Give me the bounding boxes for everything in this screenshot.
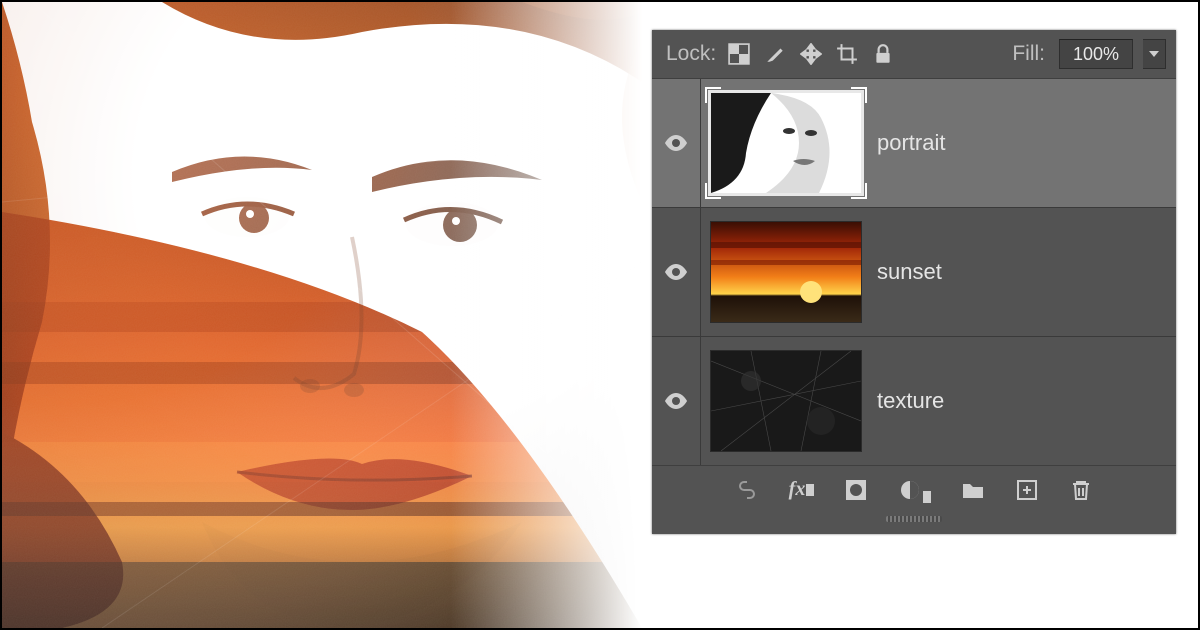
- panel-resize-grip[interactable]: [652, 514, 1176, 524]
- layer-thumbnail[interactable]: [711, 351, 861, 451]
- link-layers-icon[interactable]: [735, 478, 759, 502]
- add-mask-icon[interactable]: [844, 478, 868, 502]
- fill-label: Fill:: [1012, 42, 1045, 66]
- lock-artboard-icon[interactable]: [836, 43, 858, 65]
- layer-name[interactable]: sunset: [877, 259, 942, 285]
- visibility-toggle[interactable]: [652, 79, 701, 207]
- new-layer-icon[interactable]: [1015, 478, 1039, 502]
- layer-thumbnail[interactable]: [711, 222, 861, 322]
- layer-row-sunset[interactable]: sunset: [652, 208, 1176, 337]
- visibility-toggle[interactable]: [652, 208, 701, 336]
- layer-name[interactable]: portrait: [877, 130, 945, 156]
- layer-name[interactable]: texture: [877, 388, 944, 414]
- lock-label: Lock:: [666, 42, 716, 66]
- new-group-icon[interactable]: [961, 478, 985, 502]
- fx-icon[interactable]: fx: [789, 478, 815, 502]
- lock-position-icon[interactable]: [800, 43, 822, 65]
- layers-panel: Lock:: [652, 30, 1176, 534]
- fill-value[interactable]: 100%: [1059, 39, 1133, 69]
- layer-thumbnail[interactable]: [711, 93, 861, 193]
- layers-list: portrait: [652, 79, 1176, 465]
- layer-row-portrait[interactable]: portrait: [652, 79, 1176, 208]
- lock-all-icon[interactable]: [872, 43, 894, 65]
- composite-preview: [2, 2, 642, 628]
- lock-transparency-icon[interactable]: [728, 43, 750, 65]
- adjustment-layer-icon[interactable]: [898, 478, 931, 502]
- visibility-toggle[interactable]: [652, 337, 701, 465]
- lock-brush-icon[interactable]: [764, 43, 786, 65]
- layer-row-texture[interactable]: texture: [652, 337, 1176, 465]
- delete-layer-icon[interactable]: [1069, 478, 1093, 502]
- fill-dropdown[interactable]: [1143, 39, 1166, 69]
- layers-panel-header: Lock:: [652, 30, 1176, 79]
- layers-panel-footer: fx: [652, 465, 1176, 514]
